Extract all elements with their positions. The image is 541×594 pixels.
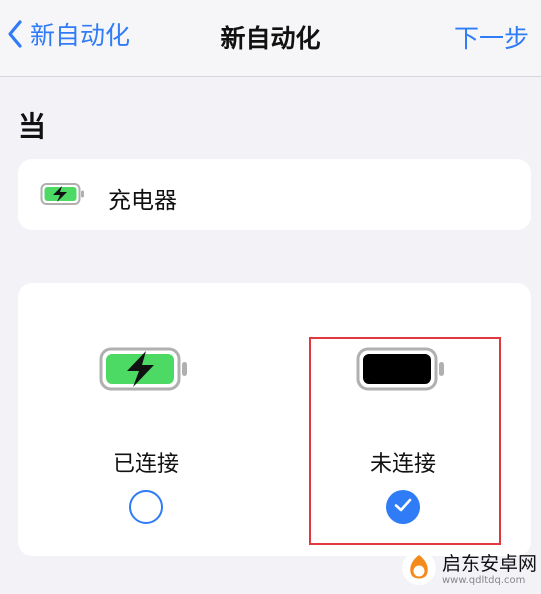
radio-selected[interactable] [386,490,420,524]
radio-unselected[interactable] [129,490,163,524]
trigger-row[interactable]: 充电器 [18,159,531,230]
options-card: 已连接 未连接 [18,283,531,556]
next-button[interactable]: 下一步 [454,19,529,55]
charging-battery-icon [40,182,86,210]
charging-battery-icon [99,347,189,395]
option-label: 未连接 [369,452,436,477]
battery-icon [356,347,446,395]
back-button[interactable]: 新自动化 [6,14,130,54]
checkmark-icon [394,497,412,517]
watermark-url: www.qdltdq.com [441,574,526,586]
back-label: 新自动化 [30,21,131,50]
option-connected[interactable]: 已连接 [51,283,241,547]
trigger-label: 充电器 [108,188,177,214]
logo-icon [401,550,437,590]
navigation-bar: 新自动化 新自动化 下一步 [0,0,541,77]
option-disconnected[interactable]: 未连接 [308,283,498,547]
chevron-left-icon [6,19,24,49]
section-heading: 当 [18,110,47,143]
watermark: 启东安卓网 www.qdltdq.com [401,550,537,590]
option-label: 已连接 [112,452,179,477]
watermark-title: 启东安卓网 [441,553,537,576]
